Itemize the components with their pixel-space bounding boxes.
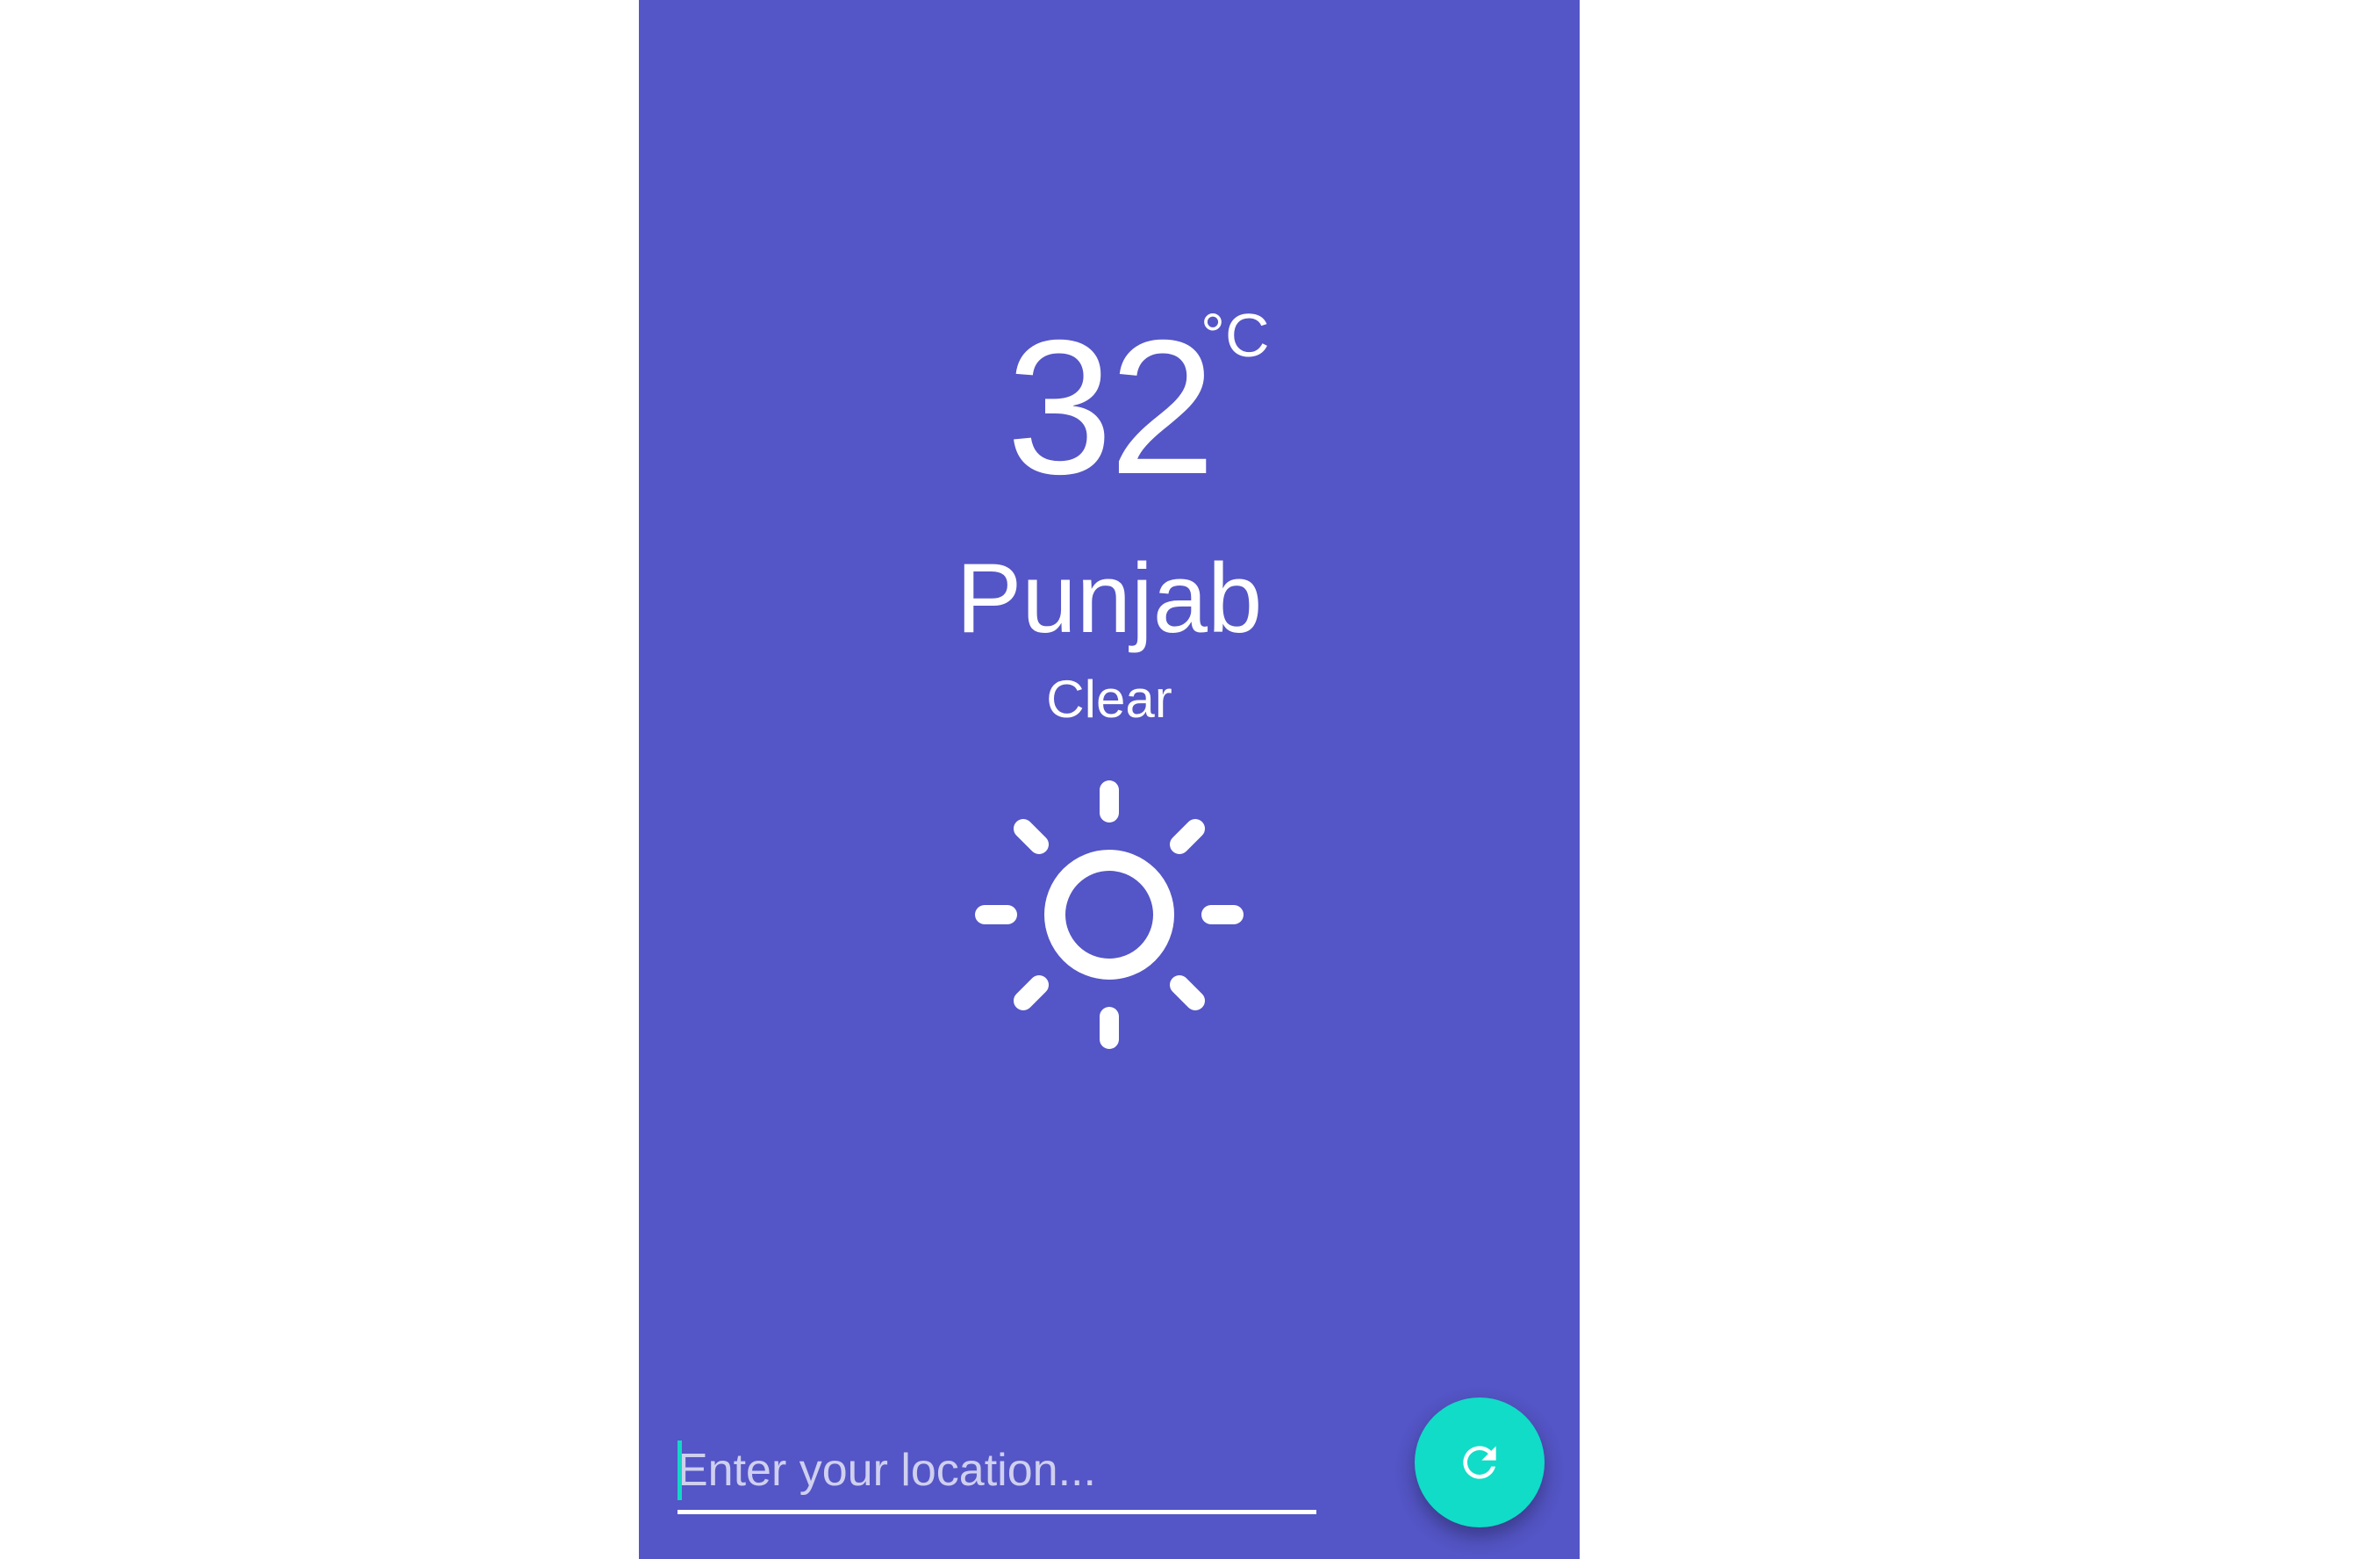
temperature-value: 32 [1006,301,1215,514]
sun-icon [969,774,1250,1055]
temperature-display: 32 °C [639,301,1580,514]
text-cursor [677,1440,682,1500]
refresh-icon [1463,1446,1496,1479]
temperature-unit: °C [1201,301,1270,370]
location-name: Punjab [956,543,1263,653]
weather-condition: Clear [1046,670,1172,729]
refresh-button[interactable] [1415,1397,1545,1527]
weather-app: 32 °C Punjab Clear [639,0,1580,1559]
location-search-input[interactable] [677,1431,1316,1514]
